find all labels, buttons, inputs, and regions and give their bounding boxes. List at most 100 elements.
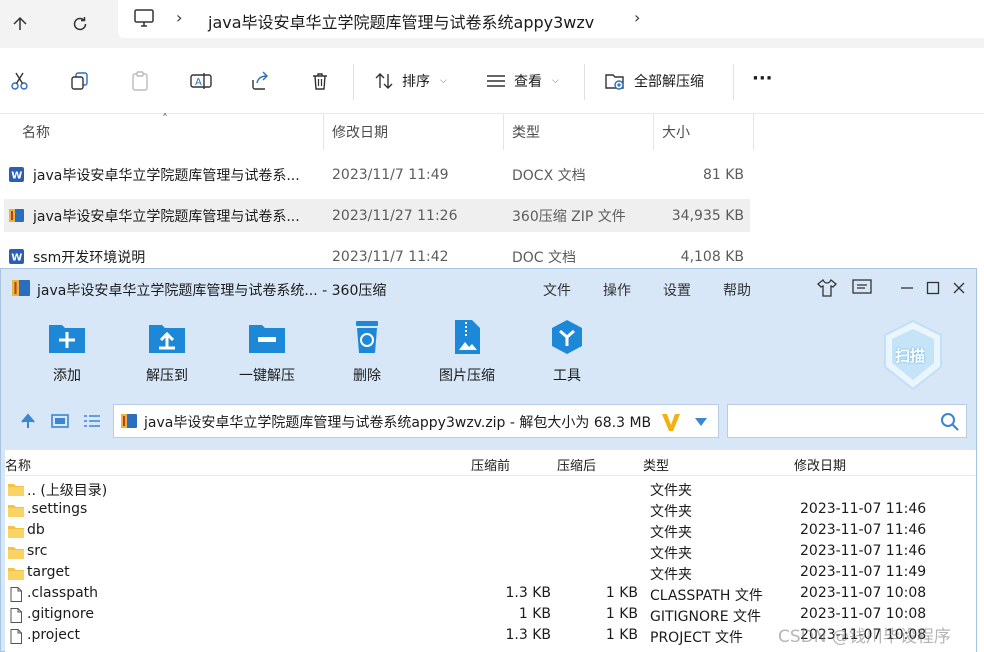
breadcrumb[interactable]: java毕设安卓华立学院题库管理与试卷系统appy3wzv xyxy=(208,9,594,33)
up-arrow-button[interactable] xyxy=(4,8,36,40)
list-view-button[interactable] xyxy=(83,413,101,433)
add-button[interactable]: 添加 xyxy=(27,319,107,385)
file-row[interactable]: java毕设安卓华立学院题库管理与试卷系... 2023/11/27 11:26… xyxy=(4,199,750,232)
share-icon xyxy=(252,71,268,90)
menu-operate[interactable]: 操作 xyxy=(603,280,631,300)
menu-file[interactable]: 文件 xyxy=(543,280,571,300)
archive-row[interactable]: target 文件夹 2023-11-07 11:49 xyxy=(5,563,976,584)
image-compress-button[interactable]: 图片压缩 xyxy=(427,319,507,385)
archive-row[interactable]: .classpath 1.3 KB 1 KB CLASSPATH 文件 2023-11-… xyxy=(5,584,976,605)
file-modified: 2023/11/7 11:42 xyxy=(332,248,449,265)
search-icon[interactable] xyxy=(940,412,960,432)
one-click-extract-icon xyxy=(249,325,285,353)
watermark: CSDN @钱川毕设程序 xyxy=(778,627,951,647)
minimize-button[interactable] xyxy=(896,277,918,299)
archiver-title-bar[interactable]: java毕设安卓华立学院题库管理与试卷系统... - 360压缩 文件 操作 设… xyxy=(1,269,976,307)
scan-button[interactable]: 扫描 xyxy=(881,319,945,391)
column-size[interactable]: 大小 xyxy=(654,114,754,150)
tools-button[interactable]: 工具 xyxy=(527,319,607,385)
chevron-right-icon[interactable]: › xyxy=(634,8,640,27)
archive-row[interactable]: .. (上级目录) 文件夹 xyxy=(5,479,976,500)
entry-modified: 2023-11-07 11:46 xyxy=(800,543,927,559)
entry-modified: 2023-11-07 10:08 xyxy=(800,585,927,601)
extract-all-button[interactable]: 全部解压缩 xyxy=(604,65,704,97)
file-name: java毕设安卓华立学院题库管理与试卷系... xyxy=(33,208,300,225)
column-name[interactable]: 名称 xyxy=(14,114,324,150)
maximize-button[interactable] xyxy=(922,277,944,299)
trash-icon xyxy=(313,73,327,90)
scan-label: 扫描 xyxy=(895,347,926,365)
image-compress-icon xyxy=(455,320,480,354)
close-button[interactable] xyxy=(948,277,970,299)
file-type: 360压缩 ZIP 文件 xyxy=(512,208,626,225)
archive-row[interactable]: src 文件夹 2023-11-07 11:46 xyxy=(5,542,976,563)
chevron-right-icon: › xyxy=(176,8,183,27)
entry-modified: 2023-11-07 11:46 xyxy=(800,501,927,517)
archive-row[interactable]: db 文件夹 2023-11-07 11:46 xyxy=(5,521,976,542)
column-name[interactable]: 名称 xyxy=(5,455,31,474)
word-doc-icon: W xyxy=(9,249,24,264)
search-input[interactable] xyxy=(727,404,967,438)
entry-type: GITIGNORE 文件 xyxy=(650,609,762,625)
archive-row[interactable]: .settings 文件夹 2023-11-07 11:46 xyxy=(5,500,976,521)
cut-button[interactable] xyxy=(10,65,30,97)
feedback-button[interactable] xyxy=(851,277,873,299)
skin-button[interactable] xyxy=(816,277,838,299)
entry-name: .project xyxy=(27,627,81,643)
refresh-button[interactable] xyxy=(64,8,96,40)
extract-all-label: 全部解压缩 xyxy=(634,74,704,90)
menu-help[interactable]: 帮助 xyxy=(723,280,751,300)
column-type[interactable]: 类型 xyxy=(504,114,654,150)
column-type[interactable]: 类型 xyxy=(643,455,669,474)
word-doc-icon: W xyxy=(9,167,24,182)
explorer-toolbar: A 排序 ⌵ 查看 ⌵ 全部解压缩 ··· xyxy=(0,48,984,114)
address-bar[interactable]: › java毕设安卓华立学院题库管理与试卷系统appy3wzv › xyxy=(118,0,984,38)
entry-type: 文件夹 xyxy=(650,546,692,562)
more-options-button[interactable]: ··· xyxy=(752,62,773,94)
entry-packed: 1.3 KB xyxy=(505,627,552,643)
share-button[interactable] xyxy=(250,65,270,97)
svg-text:W: W xyxy=(11,171,22,182)
column-modified[interactable]: 修改日期 xyxy=(324,114,504,150)
folder-icon xyxy=(8,505,24,517)
folder-icon xyxy=(8,484,24,496)
extract-to-button[interactable]: 解压到 xyxy=(127,319,207,385)
entry-compressed: 1 KB xyxy=(605,585,638,601)
entry-type: PROJECT 文件 xyxy=(650,630,743,646)
add-icon xyxy=(49,325,85,353)
entry-name: .gitignore xyxy=(27,606,94,622)
clipboard-icon xyxy=(132,71,148,91)
file-modified: 2023/11/7 11:49 xyxy=(332,166,449,183)
rename-button[interactable]: A xyxy=(190,65,212,97)
file-row[interactable]: W java毕设安卓华立学院题库管理与试卷系... 2023/11/7 11:4… xyxy=(4,158,750,191)
entry-type: 文件夹 xyxy=(650,567,692,583)
file-type: DOCX 文档 xyxy=(512,167,586,184)
sort-label: 排序 xyxy=(402,74,430,90)
column-packed[interactable]: 压缩前 xyxy=(471,455,510,474)
chevron-down-icon[interactable] xyxy=(694,417,708,427)
one-click-extract-button[interactable]: 一键解压 xyxy=(227,319,307,385)
zip-archive-icon xyxy=(9,209,24,222)
view-button[interactable]: 查看 ⌵ xyxy=(486,65,559,97)
toolbar-divider xyxy=(353,64,354,100)
archive-delete-button[interactable]: 删除 xyxy=(327,319,407,385)
paste-button[interactable] xyxy=(130,65,150,97)
menu-settings[interactable]: 设置 xyxy=(663,280,691,300)
up-level-button[interactable] xyxy=(19,413,37,433)
archive-path-field[interactable]: java毕设安卓华立学院题库管理与试卷系统appy3wzv.zip - 解包大小… xyxy=(113,404,719,438)
archive-path: java毕设安卓华立学院题库管理与试卷系统appy3wzv.zip - 解包大小… xyxy=(144,415,652,431)
entry-type: 文件夹 xyxy=(650,483,692,499)
column-modified[interactable]: 修改日期 xyxy=(794,455,846,474)
sort-button[interactable]: 排序 ⌵ xyxy=(374,65,447,97)
view-list-icon xyxy=(487,75,505,87)
delete-button[interactable] xyxy=(310,65,330,97)
file-size: 81 KB xyxy=(702,166,744,183)
svg-text:A: A xyxy=(195,77,202,88)
copy-button[interactable] xyxy=(70,65,90,97)
chevron-down-icon: ⌵ xyxy=(440,76,447,86)
explorer-column-header: ˄ 名称 修改日期 类型 大小 xyxy=(0,112,984,152)
thumbnail-view-button[interactable] xyxy=(51,413,69,433)
column-compressed[interactable]: 压缩后 xyxy=(557,455,596,474)
delete-icon xyxy=(356,321,378,353)
explorer-nav-bar: › java毕设安卓华立学院题库管理与试卷系统appy3wzv › xyxy=(0,0,984,48)
